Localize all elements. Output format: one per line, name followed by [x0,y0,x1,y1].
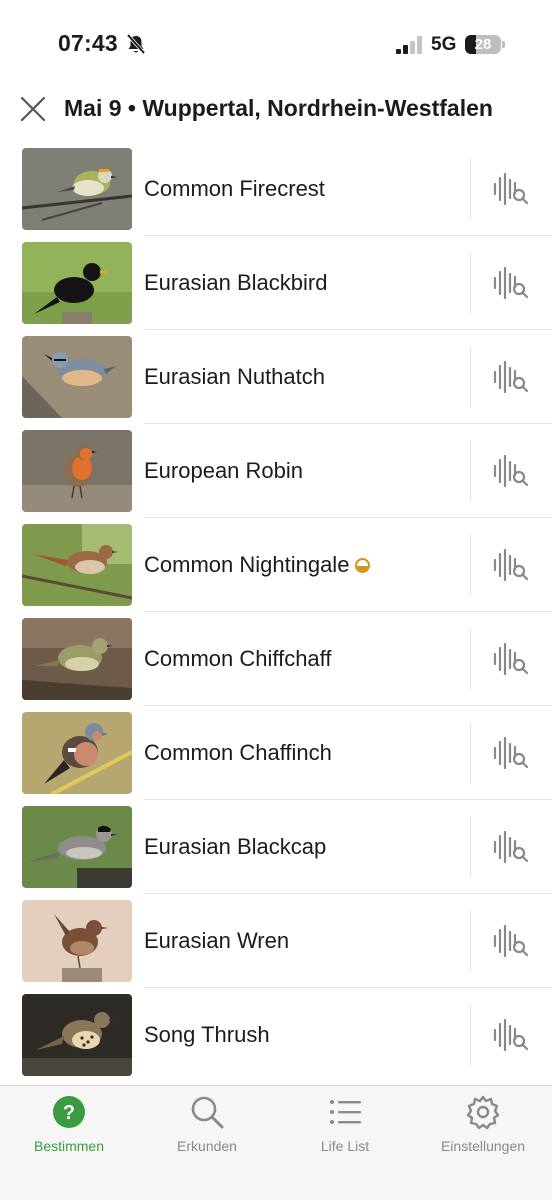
sound-search-icon[interactable] [492,830,530,864]
battery-indicator: 28 [465,35,505,54]
status-time: 07:43 [58,30,118,56]
bird-photo [22,430,132,512]
species-row[interactable]: Common Chaffinch [0,706,552,800]
search-icon [191,1096,224,1129]
question-circle-icon: ? [53,1096,85,1128]
species-row[interactable]: Song Thrush [0,988,552,1082]
species-row[interactable]: European Robin [0,424,552,518]
species-row[interactable]: Common Nightingale [0,518,552,612]
sound-search-icon[interactable] [492,548,530,582]
bird-photo [22,336,132,418]
bird-photo [22,618,132,700]
species-row[interactable]: Eurasian Nuthatch [0,330,552,424]
tab-erkunden[interactable]: Erkunden [138,1094,276,1164]
bird-photo [22,994,132,1076]
sound-search-icon[interactable] [492,1018,530,1052]
species-name: Eurasian Wren [144,928,290,953]
bird-photo [22,900,132,982]
bird-photo [22,242,132,324]
species-name: Eurasian Blackcap [144,834,327,859]
species-row[interactable]: Eurasian Blackbird [0,236,552,330]
sound-search-icon[interactable] [492,266,530,300]
species-row[interactable]: Common Firecrest [0,142,552,236]
tab-label: Bestimmen [33,1138,105,1154]
tab-label: Erkunden [177,1138,237,1154]
sound-search-icon[interactable] [492,924,530,958]
bird-photo [22,148,132,230]
tab-label: Life List [320,1138,370,1154]
sound-search-icon[interactable] [492,736,530,770]
tab-bar: ? Bestimmen Erkunden Life List Einstellu… [0,1085,552,1200]
sound-search-icon[interactable] [492,360,530,394]
species-row[interactable]: Common Chiffchaff [0,612,552,706]
tab-einstellungen[interactable]: Einstellungen [414,1094,552,1164]
tab-label: Einstellungen [440,1138,526,1154]
signal-strength-icon [396,36,422,54]
species-name: Common Chiffchaff [144,646,332,671]
list-icon [330,1100,361,1124]
gear-icon [466,1095,500,1130]
tab-life-list[interactable]: Life List [276,1094,414,1164]
network-type: 5G [431,34,457,55]
species-list: Common Firecrest Eurasian Blackbird Eura… [0,142,552,1082]
species-row[interactable]: Eurasian Blackcap [0,800,552,894]
page-title: Mai 9 • Wuppertal, Nordrhein-Westfalen [64,95,493,121]
bird-photo [22,524,132,606]
sound-search-icon[interactable] [492,642,530,676]
species-name: Common Chaffinch [144,740,332,765]
sound-search-icon[interactable] [492,172,530,206]
species-name: Common Firecrest [144,176,325,201]
battery-level: 28 [474,36,492,53]
species-name: European Robin [144,458,304,483]
bird-photo [22,806,132,888]
sound-search-icon[interactable] [492,454,530,488]
rarity-half-icon [355,558,371,573]
status-bar: 07:43 5G 28 [0,0,552,86]
svg-text:?: ? [63,1102,75,1124]
species-name-text: Common Nightingale [144,552,350,577]
species-name: Common Nightingale [144,552,371,578]
species-name: Eurasian Blackbird [144,270,328,295]
bell-muted-icon [126,33,146,55]
tab-bestimmen[interactable]: ? Bestimmen [0,1094,138,1164]
species-name: Eurasian Nuthatch [144,364,325,389]
species-row[interactable]: Eurasian Wren [0,894,552,988]
close-icon[interactable] [18,94,48,124]
species-name: Song Thrush [144,1022,270,1047]
bird-photo [22,712,132,794]
header: Mai 9 • Wuppertal, Nordrhein-Westfalen [0,86,552,138]
